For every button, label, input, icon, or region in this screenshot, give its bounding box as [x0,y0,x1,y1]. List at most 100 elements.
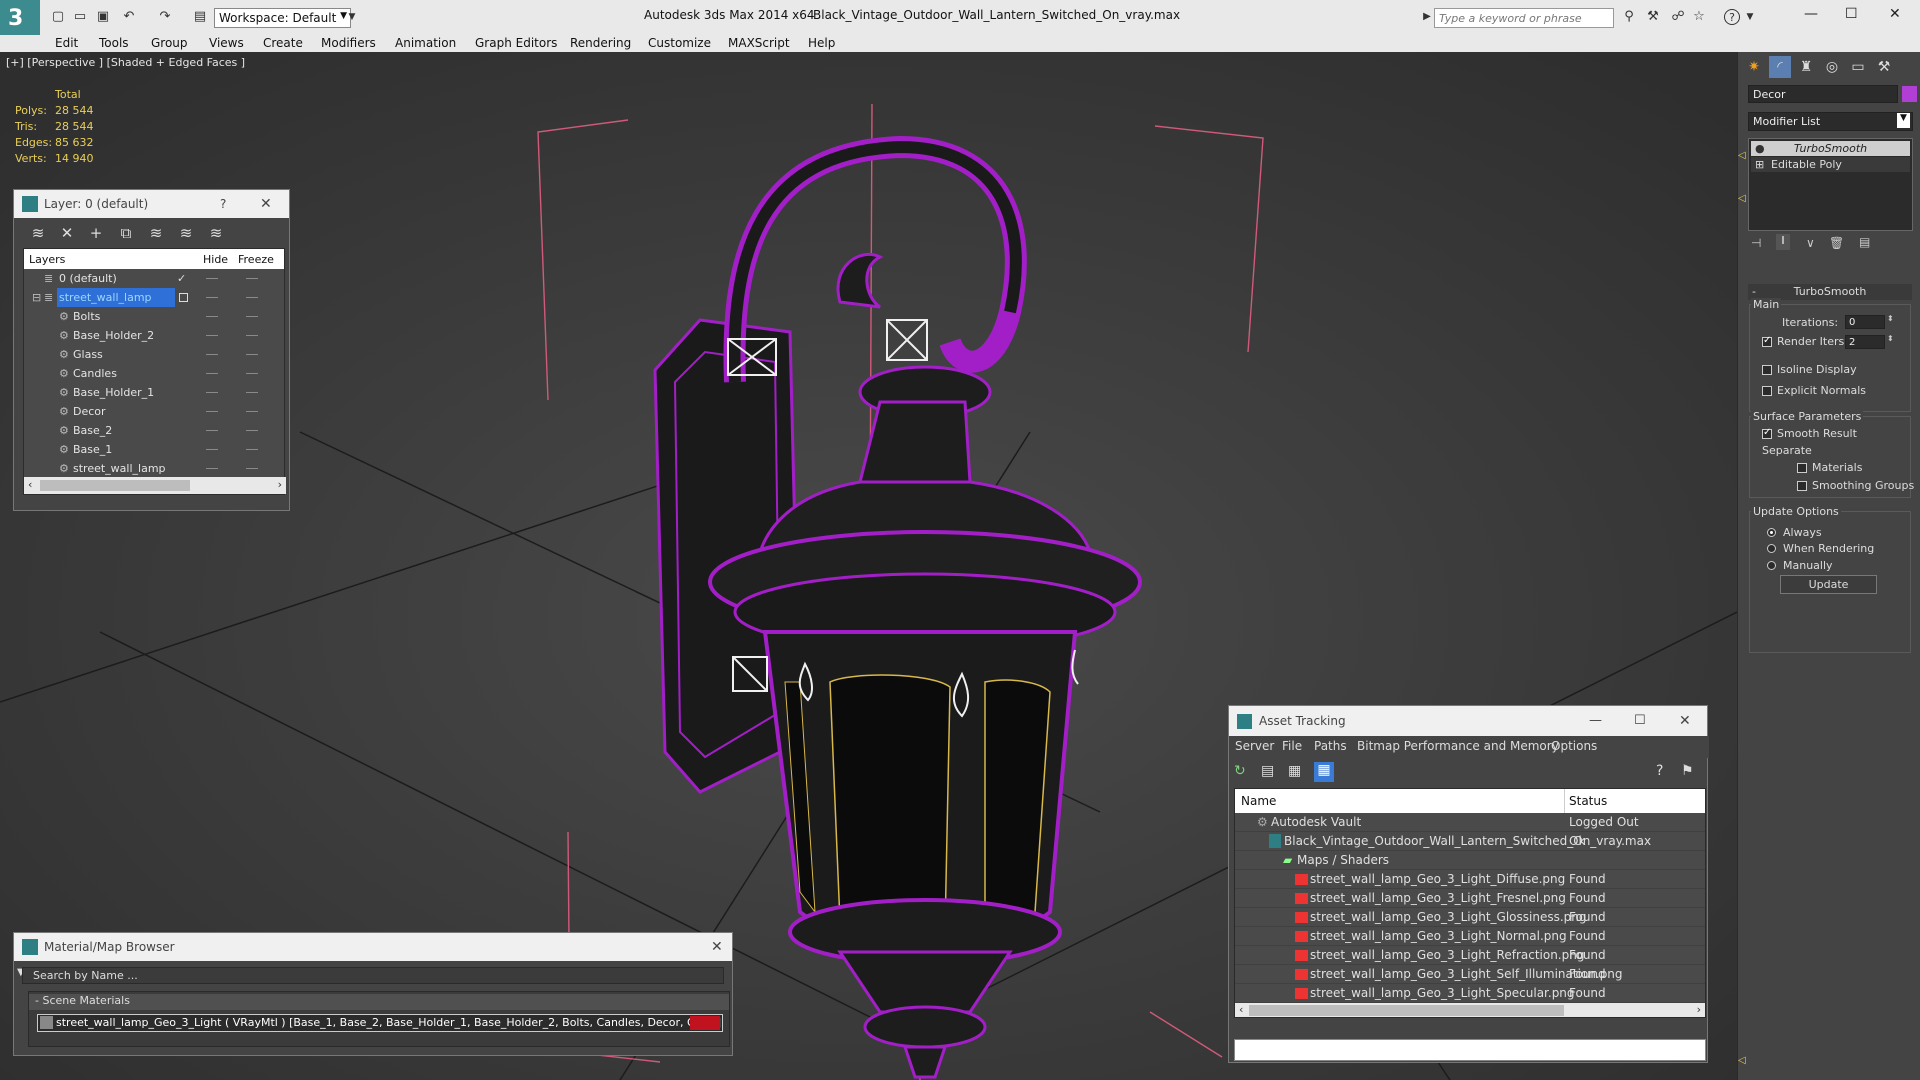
layer-row[interactable]: ⚙ Decor [24,402,286,421]
spinner-arrows-icon[interactable]: ⬍ [1887,334,1894,343]
asset-title-bar[interactable]: Asset Tracking — ☐ ✕ [1229,706,1707,736]
make-unique-icon[interactable]: ∨ [1806,236,1815,250]
layer-row[interactable]: ⚙ Bolts [24,307,286,326]
smooth-result-checkbox[interactable] [1762,427,1772,439]
layer-row[interactable]: ⚙ Base_2 [24,421,286,440]
help-icon[interactable]: ? [1724,9,1740,25]
col-name[interactable]: Name [1241,794,1276,808]
close-icon[interactable]: ✕ [260,190,272,218]
expand-search-icon[interactable]: ▶ [1419,9,1435,25]
object-color-swatch[interactable] [1902,86,1917,102]
subscription-icon[interactable]: ⚒ [1645,9,1661,25]
create-layer-icon[interactable]: ≋ [29,224,47,242]
freeze-all-icon[interactable]: ≋ [207,224,225,242]
smoothing-groups-checkbox[interactable] [1797,481,1807,491]
menu-help[interactable]: Help [808,35,835,52]
stack-item-turbosmooth[interactable]: ● TurboSmooth [1751,141,1910,156]
asset-row[interactable]: street_wall_lamp_Geo_3_Light_Specular.pn… [1235,984,1705,1003]
communication-center-icon[interactable]: ☍ [1670,9,1686,25]
pin-stack-icon[interactable]: ⊣ [1751,236,1761,250]
layer-row[interactable]: ⚙ Base_1 [24,440,286,459]
asset-row[interactable]: ⚙ Autodesk Vault Logged Out [1235,813,1705,832]
show-end-result-icon[interactable]: Ⅰ [1776,234,1790,250]
favorites-star-icon[interactable]: ☆ [1691,9,1707,25]
menu-customize[interactable]: Customize [648,35,711,52]
menu-create[interactable]: Create [263,35,303,52]
add-to-layer-icon[interactable]: + [87,224,105,242]
menu-views[interactable]: Views [209,35,244,52]
scene-materials-group[interactable]: - Scene Materials [29,994,729,1010]
asset-menu-file[interactable]: File [1282,739,1302,753]
layer-row[interactable]: ⚙ Candles [24,364,286,383]
asset-row[interactable]: street_wall_lamp_Geo_3_Light_Fresnel.png… [1235,889,1705,908]
asset-row[interactable]: street_wall_lamp_Geo_3_Light_Diffuse.png… [1235,870,1705,889]
maximize-icon[interactable]: ☐ [1845,6,1858,22]
material-title-bar[interactable]: Material/Map Browser ✕ [14,933,732,961]
menu-rendering[interactable]: Rendering [570,35,631,52]
minimize-icon[interactable]: — [1804,6,1818,22]
iterations-spinner[interactable]: 0 [1845,315,1885,329]
asset-row[interactable]: street_wall_lamp_Geo_3_Light_Self_Illumi… [1235,965,1705,984]
lightbulb-icon[interactable]: ● [1755,141,1765,156]
close-icon[interactable]: ✕ [1889,6,1901,22]
layer-row[interactable]: ⚙ Glass [24,345,286,364]
asset-row[interactable]: ▰ Maps / Shaders [1235,851,1705,870]
undo-icon[interactable]: ↶ [121,9,137,25]
always-radio[interactable] [1767,528,1776,537]
binoculars-icon[interactable]: ⚲ [1621,9,1637,25]
hide-all-icon[interactable]: ≋ [177,224,195,242]
menu-graph-editors[interactable]: Graph Editors [475,35,557,52]
help-dropdown-icon[interactable]: ▼ [1742,9,1758,25]
scroll-left-icon[interactable]: ‹ [28,478,32,491]
asset-menu-options[interactable]: Options [1551,739,1597,753]
asset-menu-server[interactable]: Server [1235,739,1274,753]
workspace-dropdown[interactable]: Workspace: Default ▼ [214,8,351,28]
close-icon[interactable]: ✕ [711,933,723,961]
new-file-icon[interactable]: ▢ [50,9,66,25]
save-icon[interactable]: ▣ [95,9,111,25]
stack-item-editable-poly[interactable]: ⊞ Editable Poly [1751,157,1910,172]
menu-edit[interactable]: Edit [55,35,78,52]
layer-row[interactable]: ⚙ Base_Holder_2 [24,326,286,345]
collapse-icon[interactable]: ⊟ [32,288,41,307]
refresh-icon[interactable]: ↻ [1234,763,1252,781]
modify-tab-icon[interactable]: ◜ [1769,56,1791,78]
scroll-right-icon[interactable]: › [1697,1003,1701,1016]
col-layers[interactable]: Layers [29,253,65,266]
delete-layer-icon[interactable]: ✕ [58,224,76,242]
scroll-left-icon[interactable]: ‹ [1239,1003,1243,1016]
close-icon[interactable]: ✕ [1679,706,1691,736]
spinner-arrows-icon[interactable]: ⬍ [1887,314,1894,323]
qa-dropdown-icon[interactable]: ▼ [344,9,360,25]
set-current-box-icon[interactable] [179,293,188,302]
project-folder-icon[interactable]: ▤ [192,9,208,25]
update-button[interactable]: Update [1780,575,1877,594]
layer-row[interactable]: ⊟ ≣ street_wall_lamp [24,288,286,307]
maximize-icon[interactable]: ☐ [1634,706,1646,736]
menu-maxscript[interactable]: MAXScript [728,35,790,52]
utilities-tab-icon[interactable]: ⚒ [1873,56,1895,78]
layer-row[interactable]: ⚙ street_wall_lamp [24,459,286,478]
col-freeze[interactable]: Freeze [238,253,274,266]
asset-scrollbar[interactable]: ‹ › [1235,1003,1705,1017]
render-iters-checkbox[interactable] [1762,335,1772,347]
table-view-icon[interactable]: ▦ [1314,762,1334,782]
asset-row[interactable]: street_wall_lamp_Geo_3_Light_Normal.png F… [1235,927,1705,946]
manually-radio[interactable] [1767,561,1776,570]
motion-tab-icon[interactable]: ◎ [1821,56,1843,78]
asset-row[interactable]: Black_Vintage_Outdoor_Wall_Lantern_Switc… [1235,832,1705,851]
scroll-thumb[interactable] [40,480,190,491]
infocenter-search-input[interactable]: Type a keyword or phrase [1434,8,1614,28]
minimize-icon[interactable]: — [1589,706,1602,736]
layer-title-bar[interactable]: Layer: 0 (default) ? ✕ [14,190,289,218]
help-tool-icon[interactable]: ⚑ [1681,763,1694,779]
scroll-right-icon[interactable]: › [278,478,282,491]
asset-row[interactable]: street_wall_lamp_Geo_3_Light_Refraction.… [1235,946,1705,965]
when-rendering-radio[interactable] [1767,544,1776,553]
highlight-layers-icon[interactable]: ≋ [147,224,165,242]
create-tab-icon[interactable]: ✷ [1743,56,1765,78]
asset-menu-bitmap[interactable]: Bitmap Performance and Memory [1357,739,1559,753]
render-iters-spinner[interactable]: 2 [1845,335,1885,349]
object-name-field[interactable]: Decor [1748,85,1898,103]
material-item[interactable]: street_wall_lamp_Geo_3_Light ( VRayMtl )… [37,1014,723,1032]
